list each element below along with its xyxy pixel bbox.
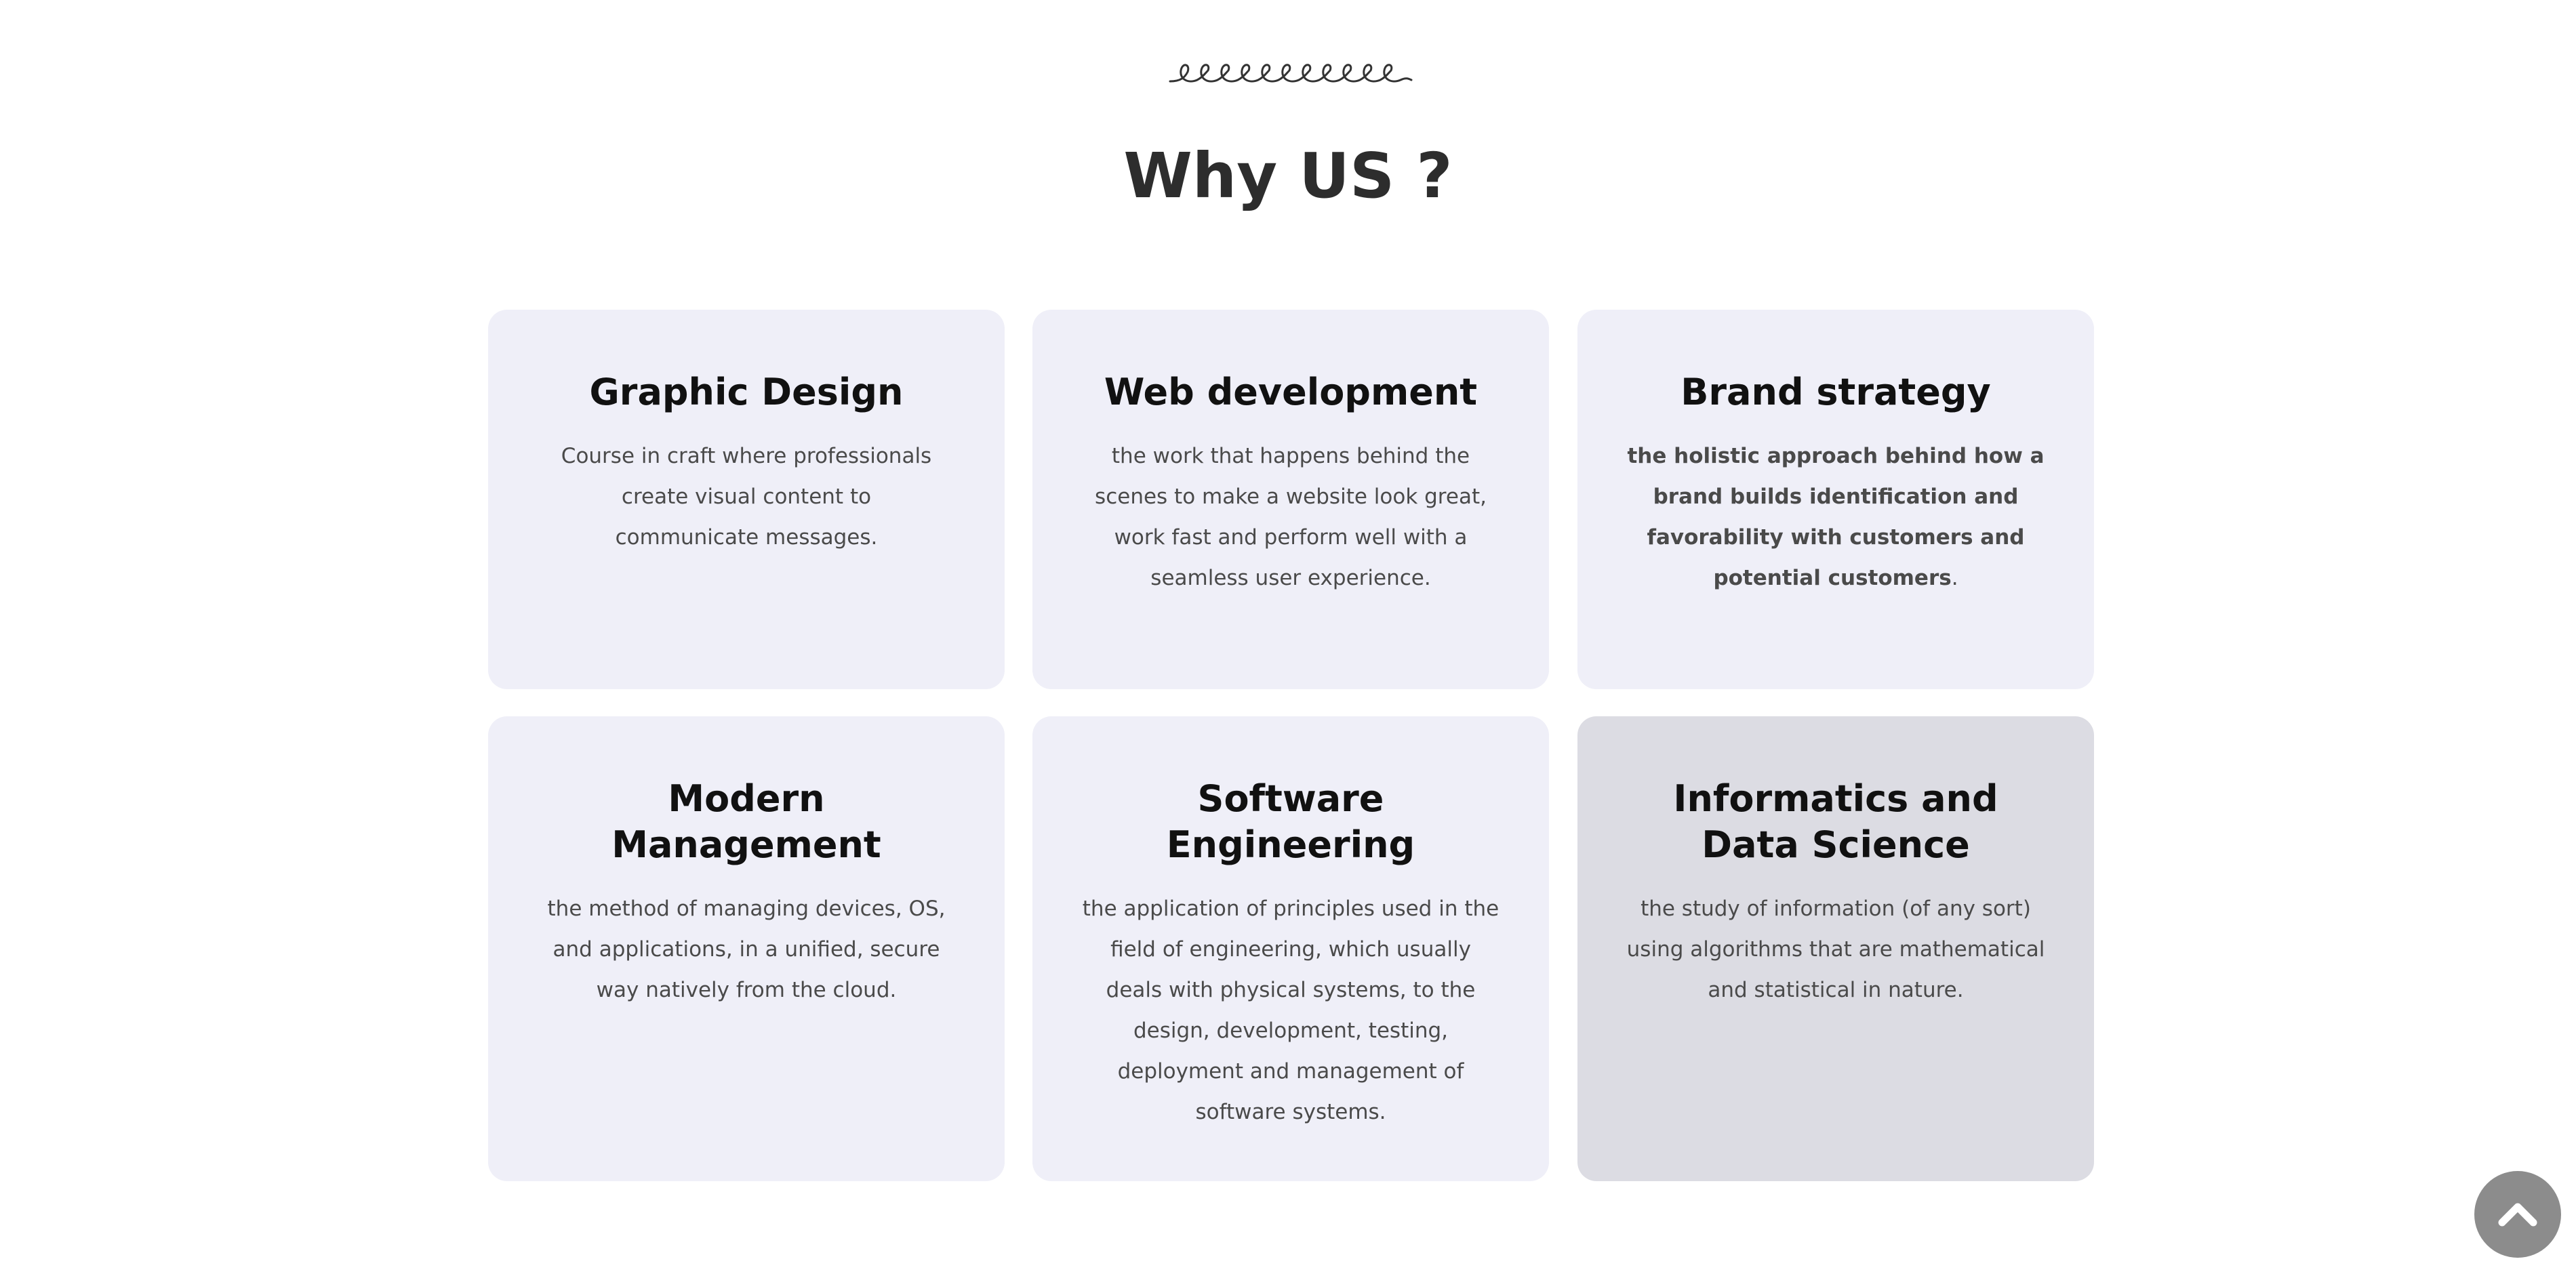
card-title: Informatics and Data Science	[1673, 777, 1998, 866]
card-informatics-data-science[interactable]: Informatics and Data Science the study o…	[1577, 716, 2094, 1181]
card-modern-management[interactable]: Modern Management the method of managing…	[488, 716, 1005, 1181]
card-description: the work that happens behind the scenes …	[1095, 444, 1487, 590]
card-web-development[interactable]: Web development the work that happens be…	[1032, 310, 1549, 689]
card-brand-strategy[interactable]: Brand strategy the holistic approach beh…	[1577, 310, 2094, 689]
squiggle-divider-icon	[1169, 64, 1413, 83]
card-title: Brand strategy	[1681, 371, 1991, 413]
card-title: Web development	[1104, 371, 1478, 413]
chevron-up-icon	[2498, 1203, 2537, 1227]
card-description: the application of principles used in th…	[1082, 897, 1500, 1124]
card-description-suffix: .	[1951, 566, 1958, 590]
card-description: the study of information (of any sort) u…	[1626, 897, 2045, 1002]
card-software-engineering[interactable]: Software Engineering the application of …	[1032, 716, 1549, 1181]
why-us-section: Why US ? Graphic Design Course in craft …	[0, 0, 2576, 1274]
card-title: Graphic Design	[589, 371, 904, 413]
card-graphic-design[interactable]: Graphic Design Course in craft where pro…	[488, 310, 1005, 689]
scroll-to-top-button[interactable]	[2474, 1171, 2561, 1258]
card-description: Course in craft where professionals crea…	[561, 444, 932, 550]
card-description-strong: the holistic approach behind how a brand…	[1627, 444, 2045, 590]
section-title: Why US ?	[1123, 140, 1453, 212]
card-title: Software Engineering	[1166, 777, 1415, 866]
card-description: the holistic approach behind how a brand…	[1625, 436, 2047, 598]
card-description: the method of managing devices, OS, and …	[547, 897, 946, 1002]
card-title: Modern Management	[611, 777, 881, 866]
